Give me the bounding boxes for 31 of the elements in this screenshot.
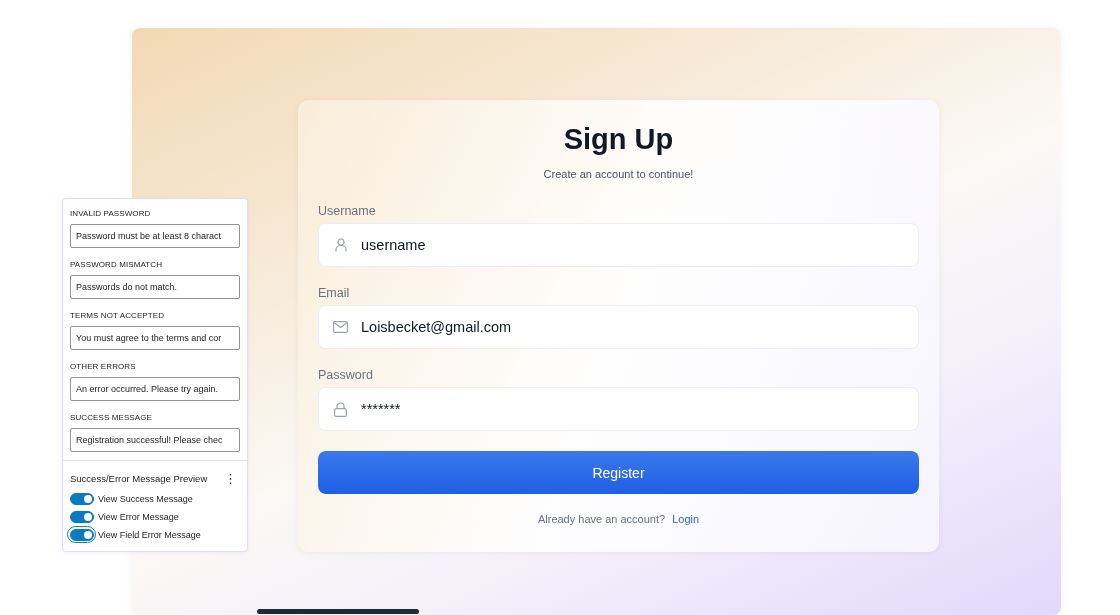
footer-text: Already have an account? — [537, 513, 666, 525]
section-label: SUCCESS MESSAGE — [70, 413, 153, 422]
message-field[interactable]: Password must be at least 8 charact — [70, 224, 240, 248]
section-label: INVALID PASSWORD — [70, 209, 152, 218]
message-field[interactable]: Passwords do not match. — [70, 275, 240, 299]
panel-heading: Success/Error Message Preview — [70, 473, 208, 484]
toggle-label: View Field Error Message — [98, 529, 201, 540]
section-label: OTHER ERRORS — [70, 362, 137, 371]
user-icon — [334, 238, 347, 252]
lock-icon — [334, 401, 347, 417]
field-label: Email — [318, 286, 351, 300]
mail-icon — [333, 321, 348, 333]
toggle-label: View Error Message — [98, 511, 179, 522]
toggle-switch[interactable] — [69, 492, 94, 505]
section-label: PASSWORD MISMATCH — [70, 260, 164, 269]
toggle-label: View Success Message — [98, 493, 193, 504]
form-subtitle: Create an account to continue! — [542, 168, 695, 180]
register-button[interactable]: Register — [318, 451, 919, 494]
username-field[interactable]: username — [318, 223, 919, 267]
form-title: Sign Up — [562, 122, 675, 156]
password-field[interactable]: ******* — [318, 387, 919, 431]
more-menu-button[interactable]: ⋮ — [221, 471, 240, 486]
section-label: TERMS NOT ACCEPTED — [70, 311, 166, 320]
message-field[interactable]: You must agree to the terms and cor — [70, 326, 240, 350]
email-field[interactable]: Loisbecket@gmail.com — [318, 305, 919, 349]
toggle-switch[interactable] — [69, 510, 94, 523]
message-field[interactable]: An error occurred. Please try again. — [70, 377, 240, 401]
field-label: Password — [318, 368, 374, 382]
field-label: Username — [318, 204, 377, 218]
login-link[interactable]: Login — [672, 513, 700, 525]
message-field[interactable]: Registration successful! Please chec — [70, 428, 240, 452]
